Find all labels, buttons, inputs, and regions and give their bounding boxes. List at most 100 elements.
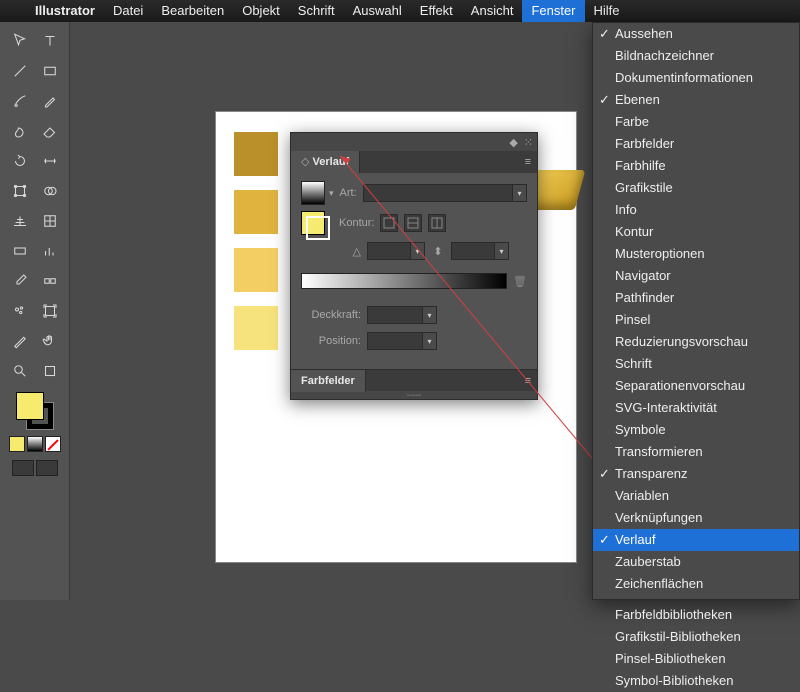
- menu-item-farbfeldbibliotheken[interactable]: Farbfeldbibliotheken: [593, 604, 799, 626]
- delete-stop-icon[interactable]: 🗑: [513, 273, 527, 289]
- symbol-sprayer-tool[interactable]: [7, 298, 33, 324]
- solid-color-icon[interactable]: [9, 436, 25, 452]
- print-tiling-tool[interactable]: [37, 358, 63, 384]
- menu-item-ebenen[interactable]: Ebenen: [593, 89, 799, 111]
- gradient-type-select[interactable]: ▾: [363, 184, 527, 202]
- swatch-4[interactable]: [234, 306, 278, 350]
- menu-item-info[interactable]: Info: [593, 199, 799, 221]
- menu-item-farbfelder[interactable]: Farbfelder: [593, 133, 799, 155]
- aspect-icon: ⬍: [431, 245, 445, 258]
- menu-item-grafikstile[interactable]: Grafikstile: [593, 177, 799, 199]
- panel-menu-icon[interactable]: ≡: [519, 156, 537, 168]
- menu-item-bildnachzeichner[interactable]: Bildnachzeichner: [593, 45, 799, 67]
- menu-item-grafikstil-bibliotheken[interactable]: Grafikstil-Bibliotheken: [593, 626, 799, 648]
- shape-builder-tool[interactable]: [37, 178, 63, 204]
- panel-menu-icon-2[interactable]: ≡: [519, 375, 537, 387]
- gradient-tool[interactable]: [7, 238, 33, 264]
- width-tool[interactable]: [37, 148, 63, 174]
- collapse-right-icon[interactable]: ⁙: [524, 136, 533, 149]
- gradient-preview-swatch[interactable]: [301, 181, 325, 205]
- hand-tool[interactable]: [37, 328, 63, 354]
- menu-item-pathfinder[interactable]: Pathfinder: [593, 287, 799, 309]
- menu-item-separationenvorschau[interactable]: Separationenvorschau: [593, 375, 799, 397]
- menu-schrift[interactable]: Schrift: [289, 0, 344, 22]
- menu-ansicht[interactable]: Ansicht: [462, 0, 523, 22]
- menu-item-schrift[interactable]: Schrift: [593, 353, 799, 375]
- fenster-dropdown: AussehenBildnachzeichnerDokumentinformat…: [592, 22, 800, 600]
- menu-item-musteroptionen[interactable]: Musteroptionen: [593, 243, 799, 265]
- paintbrush-tool[interactable]: [7, 88, 33, 114]
- menu-item-farbhilfe[interactable]: Farbhilfe: [593, 155, 799, 177]
- menu-item-reduzierungsvorschau[interactable]: Reduzierungsvorschau: [593, 331, 799, 353]
- menu-item-transparenz[interactable]: Transparenz: [593, 463, 799, 485]
- selection-tool[interactable]: [7, 28, 33, 54]
- menu-item-dokumentinformationen[interactable]: Dokumentinformationen: [593, 67, 799, 89]
- swatch-1[interactable]: [234, 132, 278, 176]
- position-field[interactable]: ▾: [367, 332, 437, 350]
- menu-fenster[interactable]: Fenster: [522, 0, 584, 22]
- menu-item-navigator[interactable]: Navigator: [593, 265, 799, 287]
- screen-mode-normal-icon[interactable]: [12, 460, 34, 476]
- angle-icon: △: [301, 245, 361, 258]
- collapse-left-icon[interactable]: ◆: [509, 136, 517, 149]
- gradient-panel: ◆ ⁙ ◇ Verlauf ≡ ▾ Art: ▾ Kontur: △ ▾ ⬍: [290, 132, 538, 400]
- menu-hilfe[interactable]: Hilfe: [585, 0, 629, 22]
- menu-effekt[interactable]: Effekt: [411, 0, 462, 22]
- fill-stroke-mini[interactable]: [301, 211, 325, 235]
- screen-mode-full-icon[interactable]: [36, 460, 58, 476]
- fill-color-icon[interactable]: [16, 392, 44, 420]
- zoom-tool[interactable]: [7, 358, 33, 384]
- column-graph-tool[interactable]: [37, 238, 63, 264]
- menu-item-variablen[interactable]: Variablen: [593, 485, 799, 507]
- menu-bearbeiten[interactable]: Bearbeiten: [152, 0, 233, 22]
- menu-item-aussehen[interactable]: Aussehen: [593, 23, 799, 45]
- menu-item-pinsel-bibliotheken[interactable]: Pinsel-Bibliotheken: [593, 648, 799, 670]
- angle-field[interactable]: ▾: [367, 242, 425, 260]
- tab-verlauf[interactable]: ◇ Verlauf: [291, 151, 360, 173]
- type-tool[interactable]: [37, 28, 63, 54]
- gradient-color-icon[interactable]: [27, 436, 43, 452]
- menu-item-zauberstab[interactable]: Zauberstab: [593, 551, 799, 573]
- menu-item-zeichenfl-chen[interactable]: Zeichenflächen: [593, 573, 799, 595]
- chevron-down-icon[interactable]: ▾: [329, 188, 334, 199]
- menu-item-farbe[interactable]: Farbe: [593, 111, 799, 133]
- menu-app[interactable]: Illustrator: [26, 0, 104, 22]
- menu-item-verkn-pfungen[interactable]: Verknüpfungen: [593, 507, 799, 529]
- blob-brush-tool[interactable]: [7, 118, 33, 144]
- mesh-tool[interactable]: [37, 208, 63, 234]
- slice-tool[interactable]: [7, 328, 33, 354]
- rotate-tool[interactable]: [7, 148, 33, 174]
- menu-auswahl[interactable]: Auswahl: [344, 0, 411, 22]
- stroke-gradient-along[interactable]: [404, 214, 422, 232]
- blend-tool[interactable]: [37, 268, 63, 294]
- menu-item-verlauf[interactable]: Verlauf: [593, 529, 799, 551]
- eyedropper-tool[interactable]: [7, 268, 33, 294]
- artboard-tool[interactable]: [37, 298, 63, 324]
- menu-item-symbole[interactable]: Symbole: [593, 419, 799, 441]
- stroke-gradient-across[interactable]: [428, 214, 446, 232]
- menubar: Illustrator Datei Bearbeiten Objekt Schr…: [0, 0, 800, 22]
- none-color-icon[interactable]: [45, 436, 61, 452]
- fill-stroke-swatch[interactable]: [16, 392, 54, 430]
- menu-objekt[interactable]: Objekt: [233, 0, 289, 22]
- tab-farbfelder[interactable]: Farbfelder: [291, 370, 366, 392]
- menu-item-svg-interaktivit-t[interactable]: SVG-Interaktivität: [593, 397, 799, 419]
- eraser-tool[interactable]: [37, 118, 63, 144]
- menu-item-pinsel[interactable]: Pinsel: [593, 309, 799, 331]
- free-transform-tool[interactable]: [7, 178, 33, 204]
- opacity-field[interactable]: ▾: [367, 306, 437, 324]
- aspect-field[interactable]: ▾: [451, 242, 509, 260]
- rectangle-tool[interactable]: [37, 58, 63, 84]
- menu-item-kontur[interactable]: Kontur: [593, 221, 799, 243]
- menu-item-transformieren[interactable]: Transformieren: [593, 441, 799, 463]
- stroke-gradient-within[interactable]: [380, 214, 398, 232]
- line-tool[interactable]: [7, 58, 33, 84]
- swatch-2[interactable]: [234, 190, 278, 234]
- pencil-tool[interactable]: [37, 88, 63, 114]
- swatch-3[interactable]: [234, 248, 278, 292]
- gradient-slider[interactable]: [301, 273, 507, 289]
- menu-item-symbol-bibliotheken[interactable]: Symbol-Bibliotheken: [593, 670, 799, 692]
- menu-datei[interactable]: Datei: [104, 0, 152, 22]
- panel-header[interactable]: ◆ ⁙: [291, 133, 537, 151]
- perspective-grid-tool[interactable]: [7, 208, 33, 234]
